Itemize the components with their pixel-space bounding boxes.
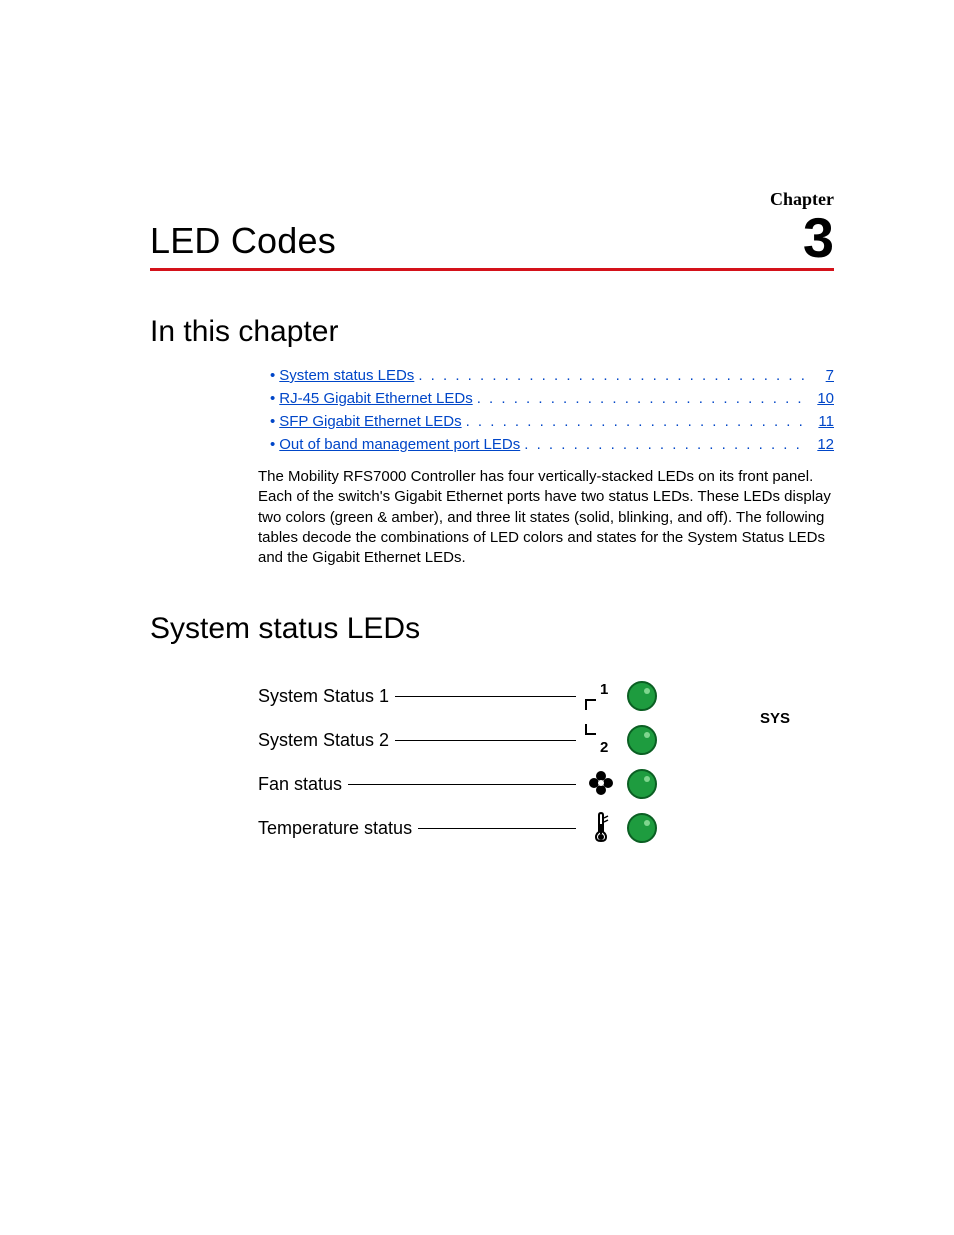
bullet-icon: •: [270, 413, 275, 430]
toc-leader-dots: [414, 367, 806, 384]
toc-item: • Out of band management port LEDs 12: [270, 436, 834, 453]
chapter-header-block: LED Codes Chapter 3: [150, 190, 834, 271]
sys-number-2: 2: [600, 739, 608, 756]
fan-icon: [582, 769, 620, 799]
toc-page-link[interactable]: 11: [806, 413, 834, 430]
leader-line: [395, 740, 576, 741]
chapter-title: LED Codes: [150, 220, 336, 262]
sys-bracket-2-icon: 2: [582, 722, 620, 758]
led-row: Fan status: [258, 764, 658, 804]
led-label: Temperature status: [258, 818, 412, 839]
toc-page-link[interactable]: 7: [806, 367, 834, 384]
toc-leader-dots: [462, 413, 806, 430]
toc-leader-dots: [520, 436, 806, 453]
bullet-icon: •: [270, 390, 275, 407]
toc-link[interactable]: Out of band management port LEDs: [279, 436, 520, 453]
toc-page-link[interactable]: 10: [806, 390, 834, 407]
led-label: Fan status: [258, 774, 342, 795]
led-indicator-icon: [626, 812, 658, 844]
chapter-number-box: Chapter 3: [770, 190, 834, 266]
toc-link[interactable]: SFP Gigabit Ethernet LEDs: [279, 413, 461, 430]
sys-bracket-1-icon: 1: [582, 678, 620, 714]
led-indicator-icon: [626, 724, 658, 756]
led-label: System Status 2: [258, 730, 389, 751]
toc-item: • RJ-45 Gigabit Ethernet LEDs 10: [270, 390, 834, 407]
toc-link[interactable]: RJ-45 Gigabit Ethernet LEDs: [279, 390, 472, 407]
section-heading-in-this-chapter: In this chapter: [150, 315, 834, 349]
toc-item: • System status LEDs 7: [270, 367, 834, 384]
toc-link[interactable]: System status LEDs: [279, 367, 414, 384]
chapter-number: 3: [770, 210, 834, 266]
toc-page-link[interactable]: 12: [806, 436, 834, 453]
intro-paragraph: The Mobility RFS7000 Controller has four…: [258, 467, 834, 568]
document-page: LED Codes Chapter 3 In this chapter • Sy…: [0, 0, 954, 1235]
led-row: System Status 1 1: [258, 676, 658, 716]
sys-label: SYS: [760, 710, 790, 727]
toc-leader-dots: [473, 390, 806, 407]
bullet-icon: •: [270, 436, 275, 453]
section-heading-system-status-leds: System status LEDs: [150, 612, 834, 646]
sys-number-1: 1: [600, 681, 608, 698]
leader-line: [348, 784, 576, 785]
thermometer-icon: [582, 812, 620, 844]
led-indicator-icon: [626, 680, 658, 712]
table-of-contents: • System status LEDs 7 • RJ-45 Gigabit E…: [150, 367, 834, 453]
bullet-icon: •: [270, 367, 275, 384]
toc-item: • SFP Gigabit Ethernet LEDs 11: [270, 413, 834, 430]
chapter-header: LED Codes Chapter 3: [150, 190, 834, 271]
leader-line: [395, 696, 576, 697]
led-label: System Status 1: [258, 686, 389, 707]
leader-line: [418, 828, 576, 829]
led-diagram: System Status 1 1 SYS System Status 2: [258, 676, 834, 848]
led-row: Temperature status: [258, 808, 658, 848]
led-indicator-icon: [626, 768, 658, 800]
led-row: System Status 2 2: [258, 720, 658, 760]
